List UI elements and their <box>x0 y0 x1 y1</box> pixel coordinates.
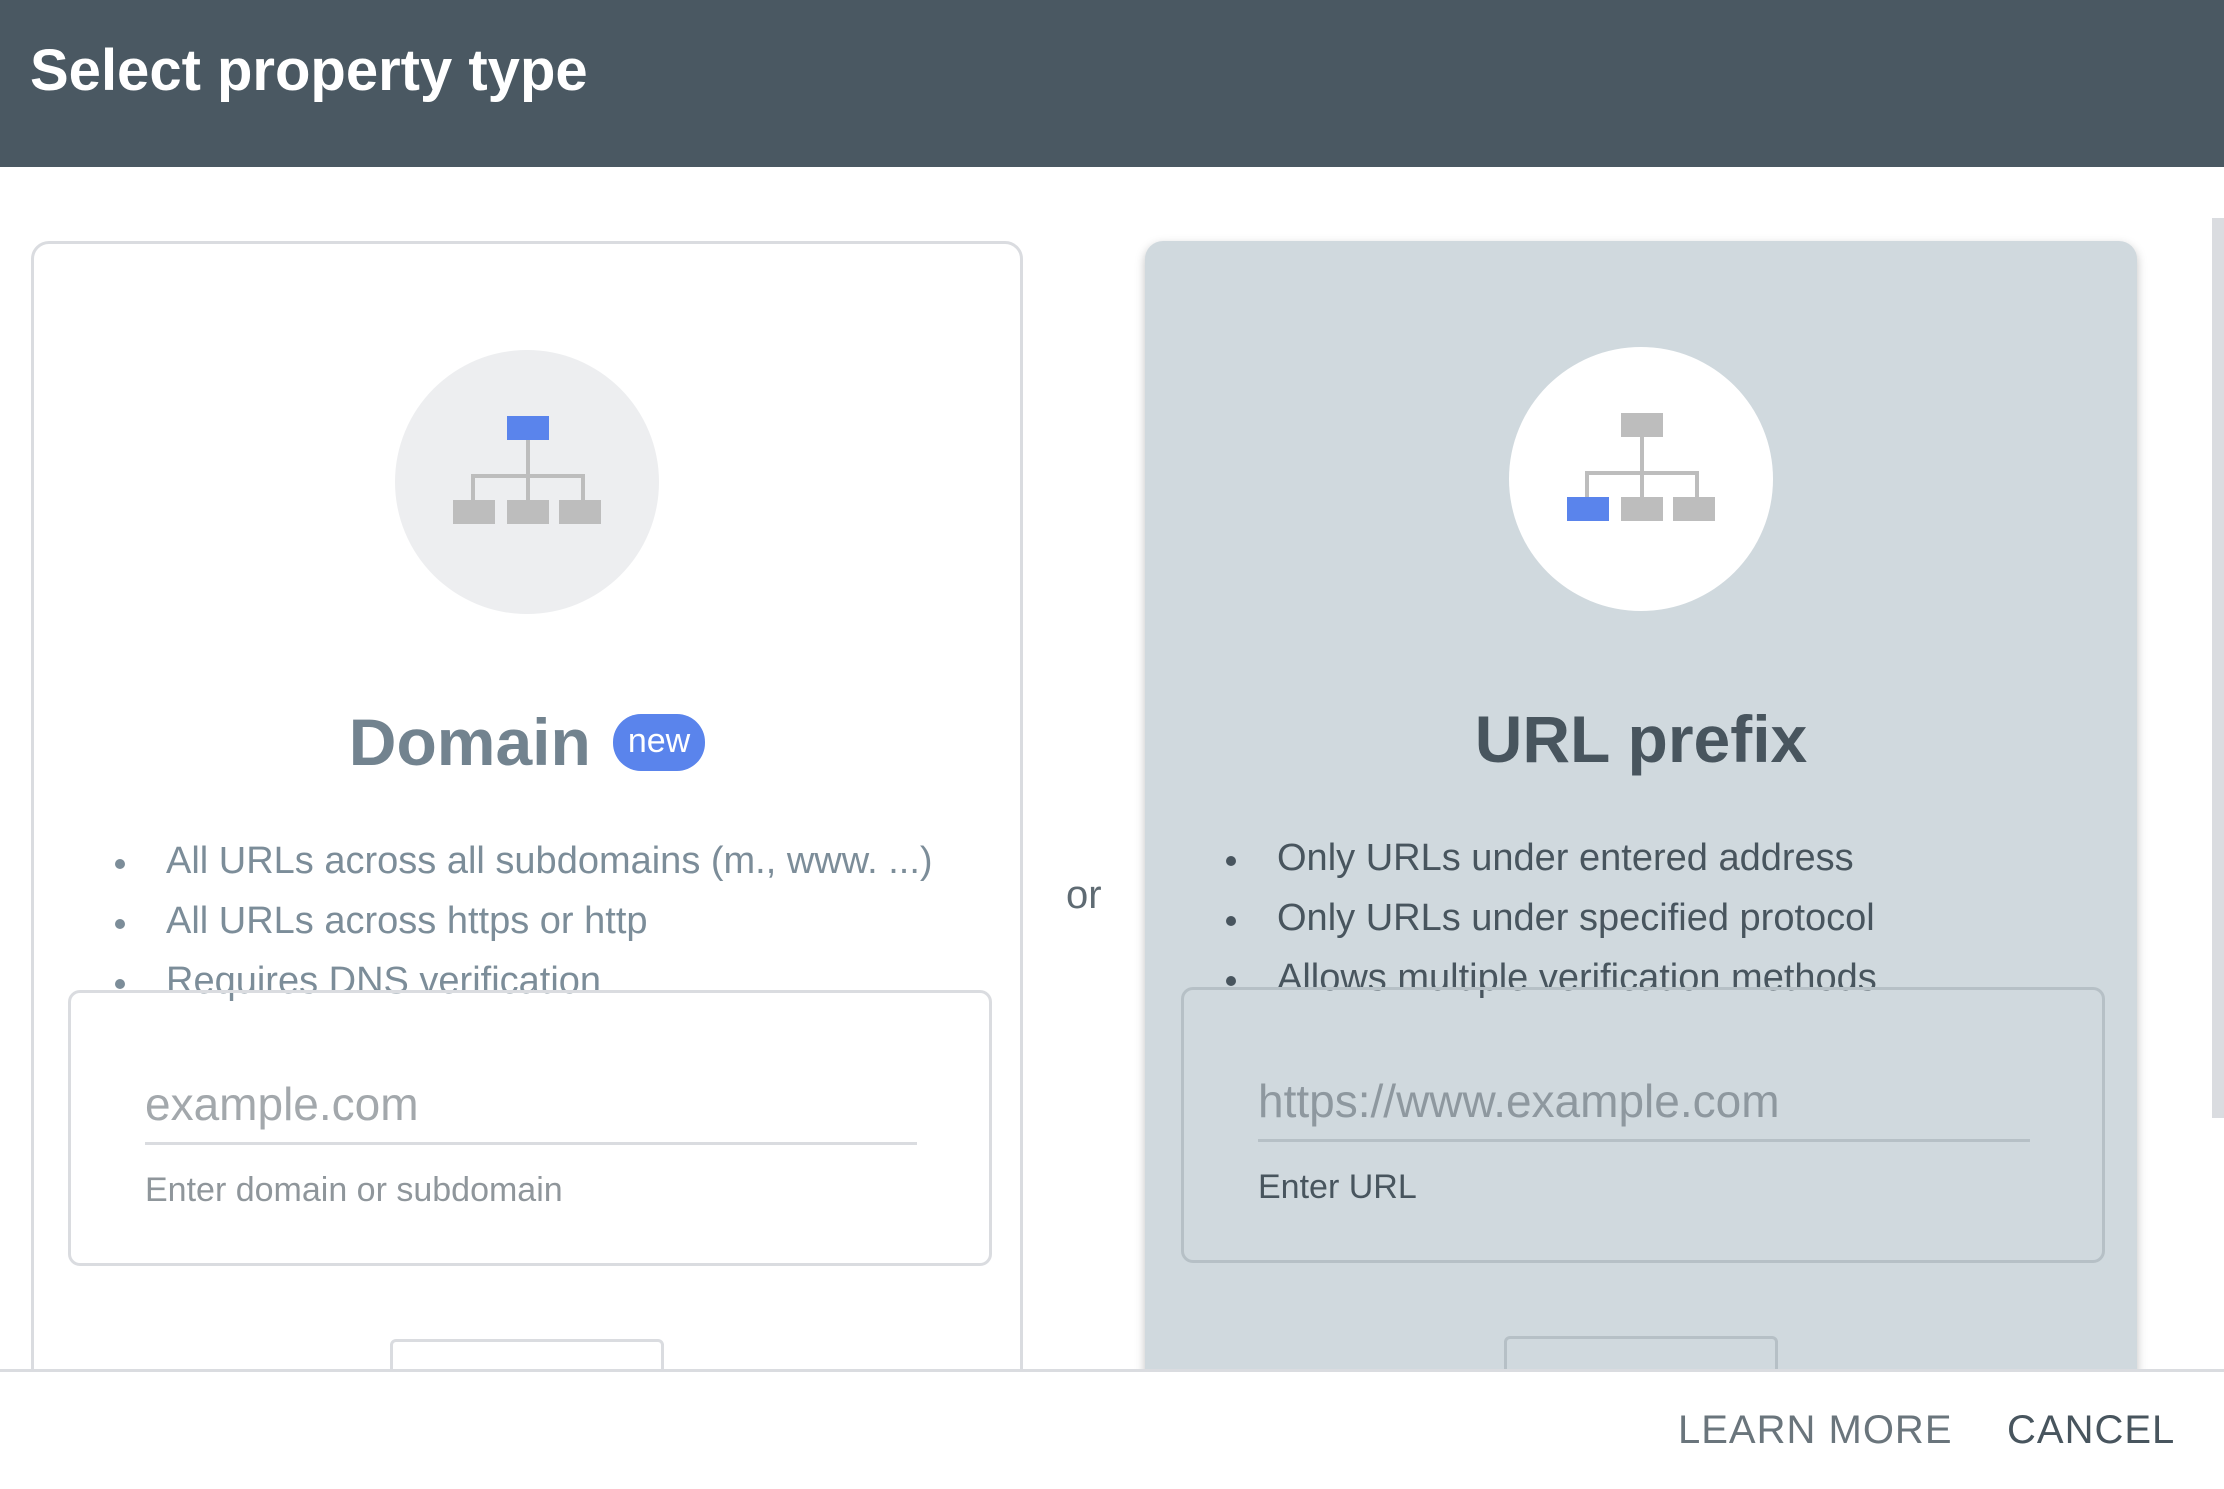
domain-property-card[interactable]: Domain new All URLs across all subdomains… <box>31 241 1023 1369</box>
url-continue-button[interactable] <box>1504 1336 1778 1369</box>
domain-icon-circle <box>395 350 659 614</box>
url-input[interactable] <box>1258 1062 2030 1142</box>
scrollbar-thumb[interactable] <box>2212 218 2224 1118</box>
dialog-content: Domain new All URLs across all subdomains… <box>0 167 2224 1369</box>
or-separator: or <box>1066 873 1102 917</box>
url-prefix-title-row: URL prefix <box>1145 701 2137 781</box>
list-item: Only URLs under entered address <box>1223 828 1877 888</box>
dialog-footer: LEARN MORE CANCEL <box>0 1369 2224 1489</box>
domain-continue-button[interactable] <box>390 1339 664 1369</box>
domain-title: Domain <box>348 705 591 779</box>
dialog-title: Select property type <box>30 38 588 103</box>
cancel-button[interactable]: CANCEL <box>2007 1408 2175 1453</box>
dialog-header: Select property type <box>0 0 2224 167</box>
new-badge: new <box>612 713 706 771</box>
url-prefix-property-card[interactable]: URL prefix Only URLs under entered addre… <box>1145 241 2137 1369</box>
select-property-dialog: Select property type Domain new All URLs… <box>0 0 2224 1489</box>
domain-input-box: Enter domain or subdomain <box>68 990 992 1266</box>
list-item: All URLs across https or http <box>112 891 933 951</box>
url-prefix-icon-circle <box>1509 347 1773 611</box>
url-input-box: Enter URL <box>1181 987 2105 1263</box>
url-prefix-feature-list: Only URLs under entered address Only URL… <box>1223 828 1877 1008</box>
domain-feature-list: All URLs across all subdomains (m., www.… <box>112 831 933 1011</box>
domain-input[interactable] <box>145 1065 917 1145</box>
domain-title-row: Domain new <box>34 704 1020 784</box>
list-item: Only URLs under specified protocol <box>1223 888 1877 948</box>
scrollbar-track[interactable] <box>2212 167 2224 1369</box>
learn-more-button[interactable]: LEARN MORE <box>1678 1408 1953 1453</box>
domain-input-hint: Enter domain or subdomain <box>145 1171 563 1209</box>
url-input-hint: Enter URL <box>1258 1168 1417 1206</box>
list-item: All URLs across all subdomains (m., www.… <box>112 831 933 891</box>
url-prefix-title: URL prefix <box>1474 702 1808 776</box>
sitemap-icon <box>1567 413 1715 521</box>
sitemap-icon <box>453 416 601 524</box>
